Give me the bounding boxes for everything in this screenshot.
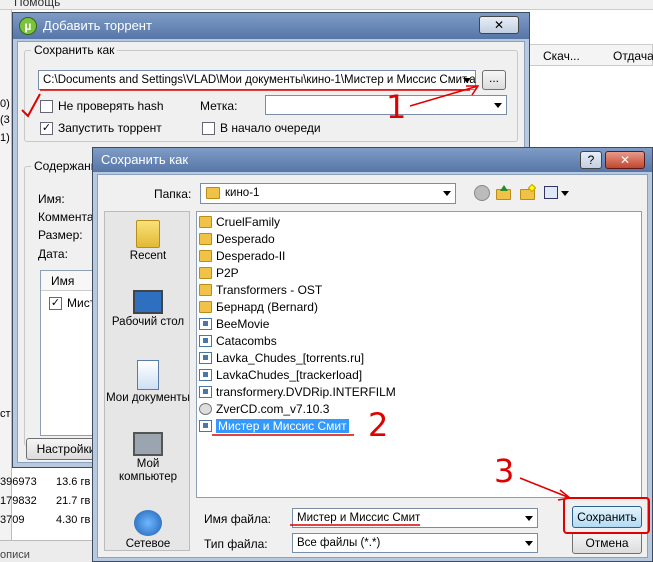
annotation-step-1: 1 xyxy=(386,88,407,126)
annotation-arrow-3 xyxy=(519,477,571,499)
annotation-step-2: 2 xyxy=(368,406,389,444)
annotation-check-mark xyxy=(21,93,41,118)
annotation-arrow-1 xyxy=(409,85,479,107)
annotation-save-highlight xyxy=(563,497,650,534)
annotation-step-3: 3 xyxy=(494,452,515,490)
red-annotation-overlay xyxy=(21,85,650,534)
